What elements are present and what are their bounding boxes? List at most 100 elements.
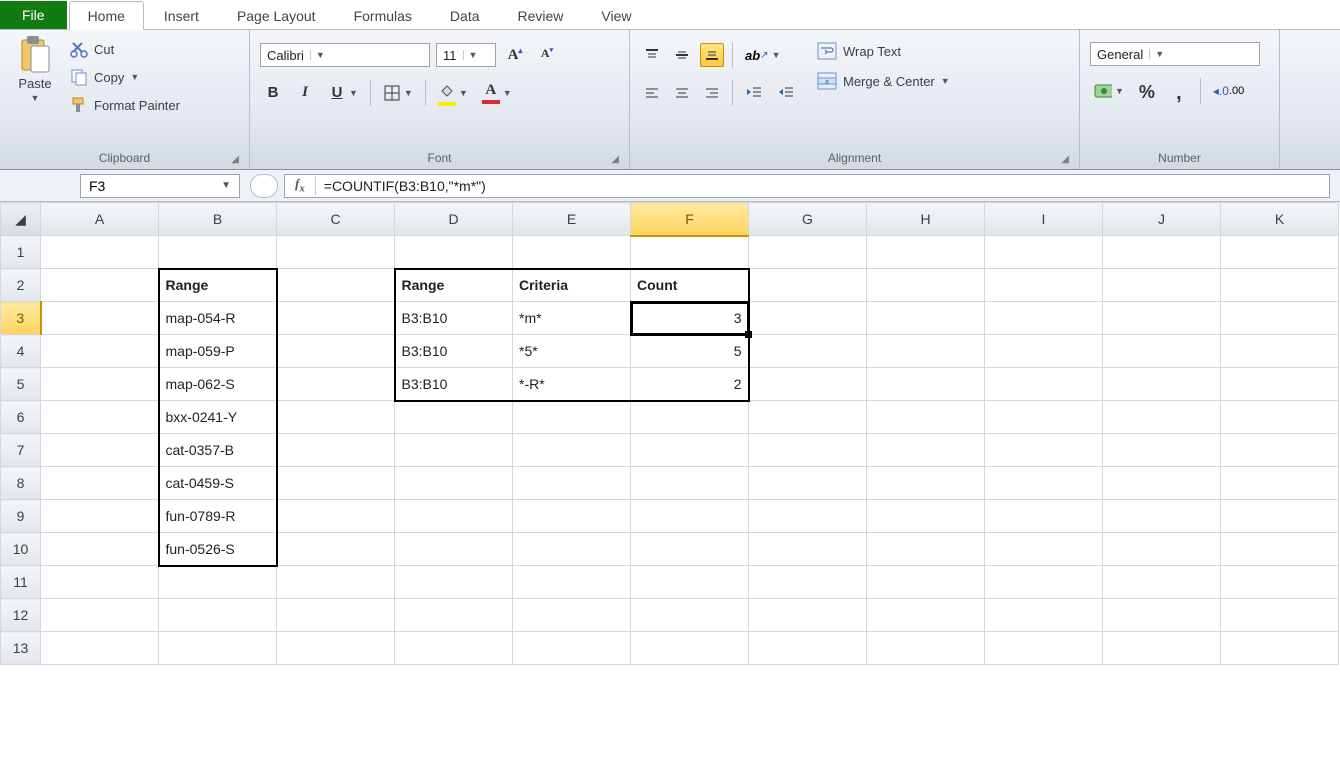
row-header-1[interactable]: 1 (1, 236, 41, 269)
row-header-8[interactable]: 8 (1, 467, 41, 500)
col-header-D[interactable]: D (395, 203, 513, 236)
cell-F13[interactable] (631, 632, 749, 665)
clipboard-launcher[interactable]: ◢ (231, 154, 239, 165)
cell-F9[interactable] (631, 500, 749, 533)
cell-H12[interactable] (867, 599, 985, 632)
decrease-indent-button[interactable] (741, 80, 767, 106)
col-header-B[interactable]: B (159, 203, 277, 236)
cell-J4[interactable] (1103, 335, 1221, 368)
col-header-E[interactable]: E (513, 203, 631, 236)
cell-G13[interactable] (749, 632, 867, 665)
cell-H3[interactable] (867, 302, 985, 335)
cell-K12[interactable] (1221, 599, 1339, 632)
fill-color-button[interactable]: ▼ (434, 80, 472, 106)
cell-E9[interactable] (513, 500, 631, 533)
cell-A9[interactable] (41, 500, 159, 533)
cell-G10[interactable] (749, 533, 867, 566)
wrap-text-button[interactable]: Wrap Text (817, 42, 950, 60)
cell-I4[interactable] (985, 335, 1103, 368)
cell-B6[interactable]: bxx-0241-Y (159, 401, 277, 434)
cell-I13[interactable] (985, 632, 1103, 665)
copy-button[interactable]: Copy ▼ (70, 68, 180, 86)
cell-A7[interactable] (41, 434, 159, 467)
cell-G8[interactable] (749, 467, 867, 500)
cell-J1[interactable] (1103, 236, 1221, 269)
cell-A5[interactable] (41, 368, 159, 401)
align-left-button[interactable] (640, 81, 664, 105)
cell-G1[interactable] (749, 236, 867, 269)
cell-E6[interactable] (513, 401, 631, 434)
cell-D4[interactable]: B3:B10 (395, 335, 513, 368)
cell-K5[interactable] (1221, 368, 1339, 401)
cell-G9[interactable] (749, 500, 867, 533)
cell-D3[interactable]: B3:B10 (395, 302, 513, 335)
cell-E13[interactable] (513, 632, 631, 665)
tab-data[interactable]: Data (432, 2, 498, 29)
font-name-combo[interactable]: Calibri▼ (260, 43, 430, 67)
cell-I10[interactable] (985, 533, 1103, 566)
paste-button[interactable]: Paste ▼ (10, 34, 60, 103)
cell-G6[interactable] (749, 401, 867, 434)
cell-D13[interactable] (395, 632, 513, 665)
cell-K2[interactable] (1221, 269, 1339, 302)
italic-button[interactable]: I (292, 80, 318, 106)
cut-button[interactable]: Cut (70, 40, 180, 58)
col-header-G[interactable]: G (749, 203, 867, 236)
cell-J6[interactable] (1103, 401, 1221, 434)
cell-A12[interactable] (41, 599, 159, 632)
tab-review[interactable]: Review (500, 2, 582, 29)
col-header-I[interactable]: I (985, 203, 1103, 236)
cell-H7[interactable] (867, 434, 985, 467)
cell-D12[interactable] (395, 599, 513, 632)
cell-B7[interactable]: cat-0357-B (159, 434, 277, 467)
cell-C4[interactable] (277, 335, 395, 368)
cell-C8[interactable] (277, 467, 395, 500)
align-middle-button[interactable] (670, 43, 694, 67)
cell-E5[interactable]: *-R* (513, 368, 631, 401)
cell-C2[interactable] (277, 269, 395, 302)
cell-J11[interactable] (1103, 566, 1221, 599)
cell-B12[interactable] (159, 599, 277, 632)
cell-D5[interactable]: B3:B10 (395, 368, 513, 401)
row-header-2[interactable]: 2 (1, 269, 41, 302)
alignment-launcher[interactable]: ◢ (1061, 154, 1069, 165)
cell-D6[interactable] (395, 401, 513, 434)
row-header-9[interactable]: 9 (1, 500, 41, 533)
cell-C10[interactable] (277, 533, 395, 566)
row-header-3[interactable]: 3 (1, 302, 41, 335)
cell-E8[interactable] (513, 467, 631, 500)
paste-dropdown[interactable]: ▼ (31, 93, 40, 103)
cell-B10[interactable]: fun-0526-S (159, 533, 277, 566)
cell-B9[interactable]: fun-0789-R (159, 500, 277, 533)
cell-I2[interactable] (985, 269, 1103, 302)
select-all-corner[interactable]: ◢ (1, 203, 41, 236)
cell-J3[interactable] (1103, 302, 1221, 335)
cell-F12[interactable] (631, 599, 749, 632)
cell-K3[interactable] (1221, 302, 1339, 335)
cell-E3[interactable]: *m* (513, 302, 631, 335)
cell-C13[interactable] (277, 632, 395, 665)
cell-B3[interactable]: map-054-R (159, 302, 277, 335)
cell-J10[interactable] (1103, 533, 1221, 566)
align-top-button[interactable] (640, 43, 664, 67)
orientation-button[interactable]: ab↗▼ (741, 42, 784, 68)
insert-function-button[interactable] (250, 174, 278, 198)
cell-F8[interactable] (631, 467, 749, 500)
align-bottom-button[interactable] (700, 43, 724, 67)
col-header-J[interactable]: J (1103, 203, 1221, 236)
cell-H13[interactable] (867, 632, 985, 665)
tab-insert[interactable]: Insert (146, 2, 217, 29)
cell-J9[interactable] (1103, 500, 1221, 533)
cell-C7[interactable] (277, 434, 395, 467)
cell-D1[interactable] (395, 236, 513, 269)
cell-G5[interactable] (749, 368, 867, 401)
cell-B5[interactable]: map-062-S (159, 368, 277, 401)
cell-B8[interactable]: cat-0459-S (159, 467, 277, 500)
font-launcher[interactable]: ◢ (611, 154, 619, 165)
cell-I1[interactable] (985, 236, 1103, 269)
tab-home[interactable]: Home (69, 1, 144, 30)
align-right-button[interactable] (700, 81, 724, 105)
percent-button[interactable]: % (1134, 78, 1160, 104)
borders-button[interactable]: ▼ (379, 80, 417, 106)
cell-F4[interactable]: 5 (631, 335, 749, 368)
